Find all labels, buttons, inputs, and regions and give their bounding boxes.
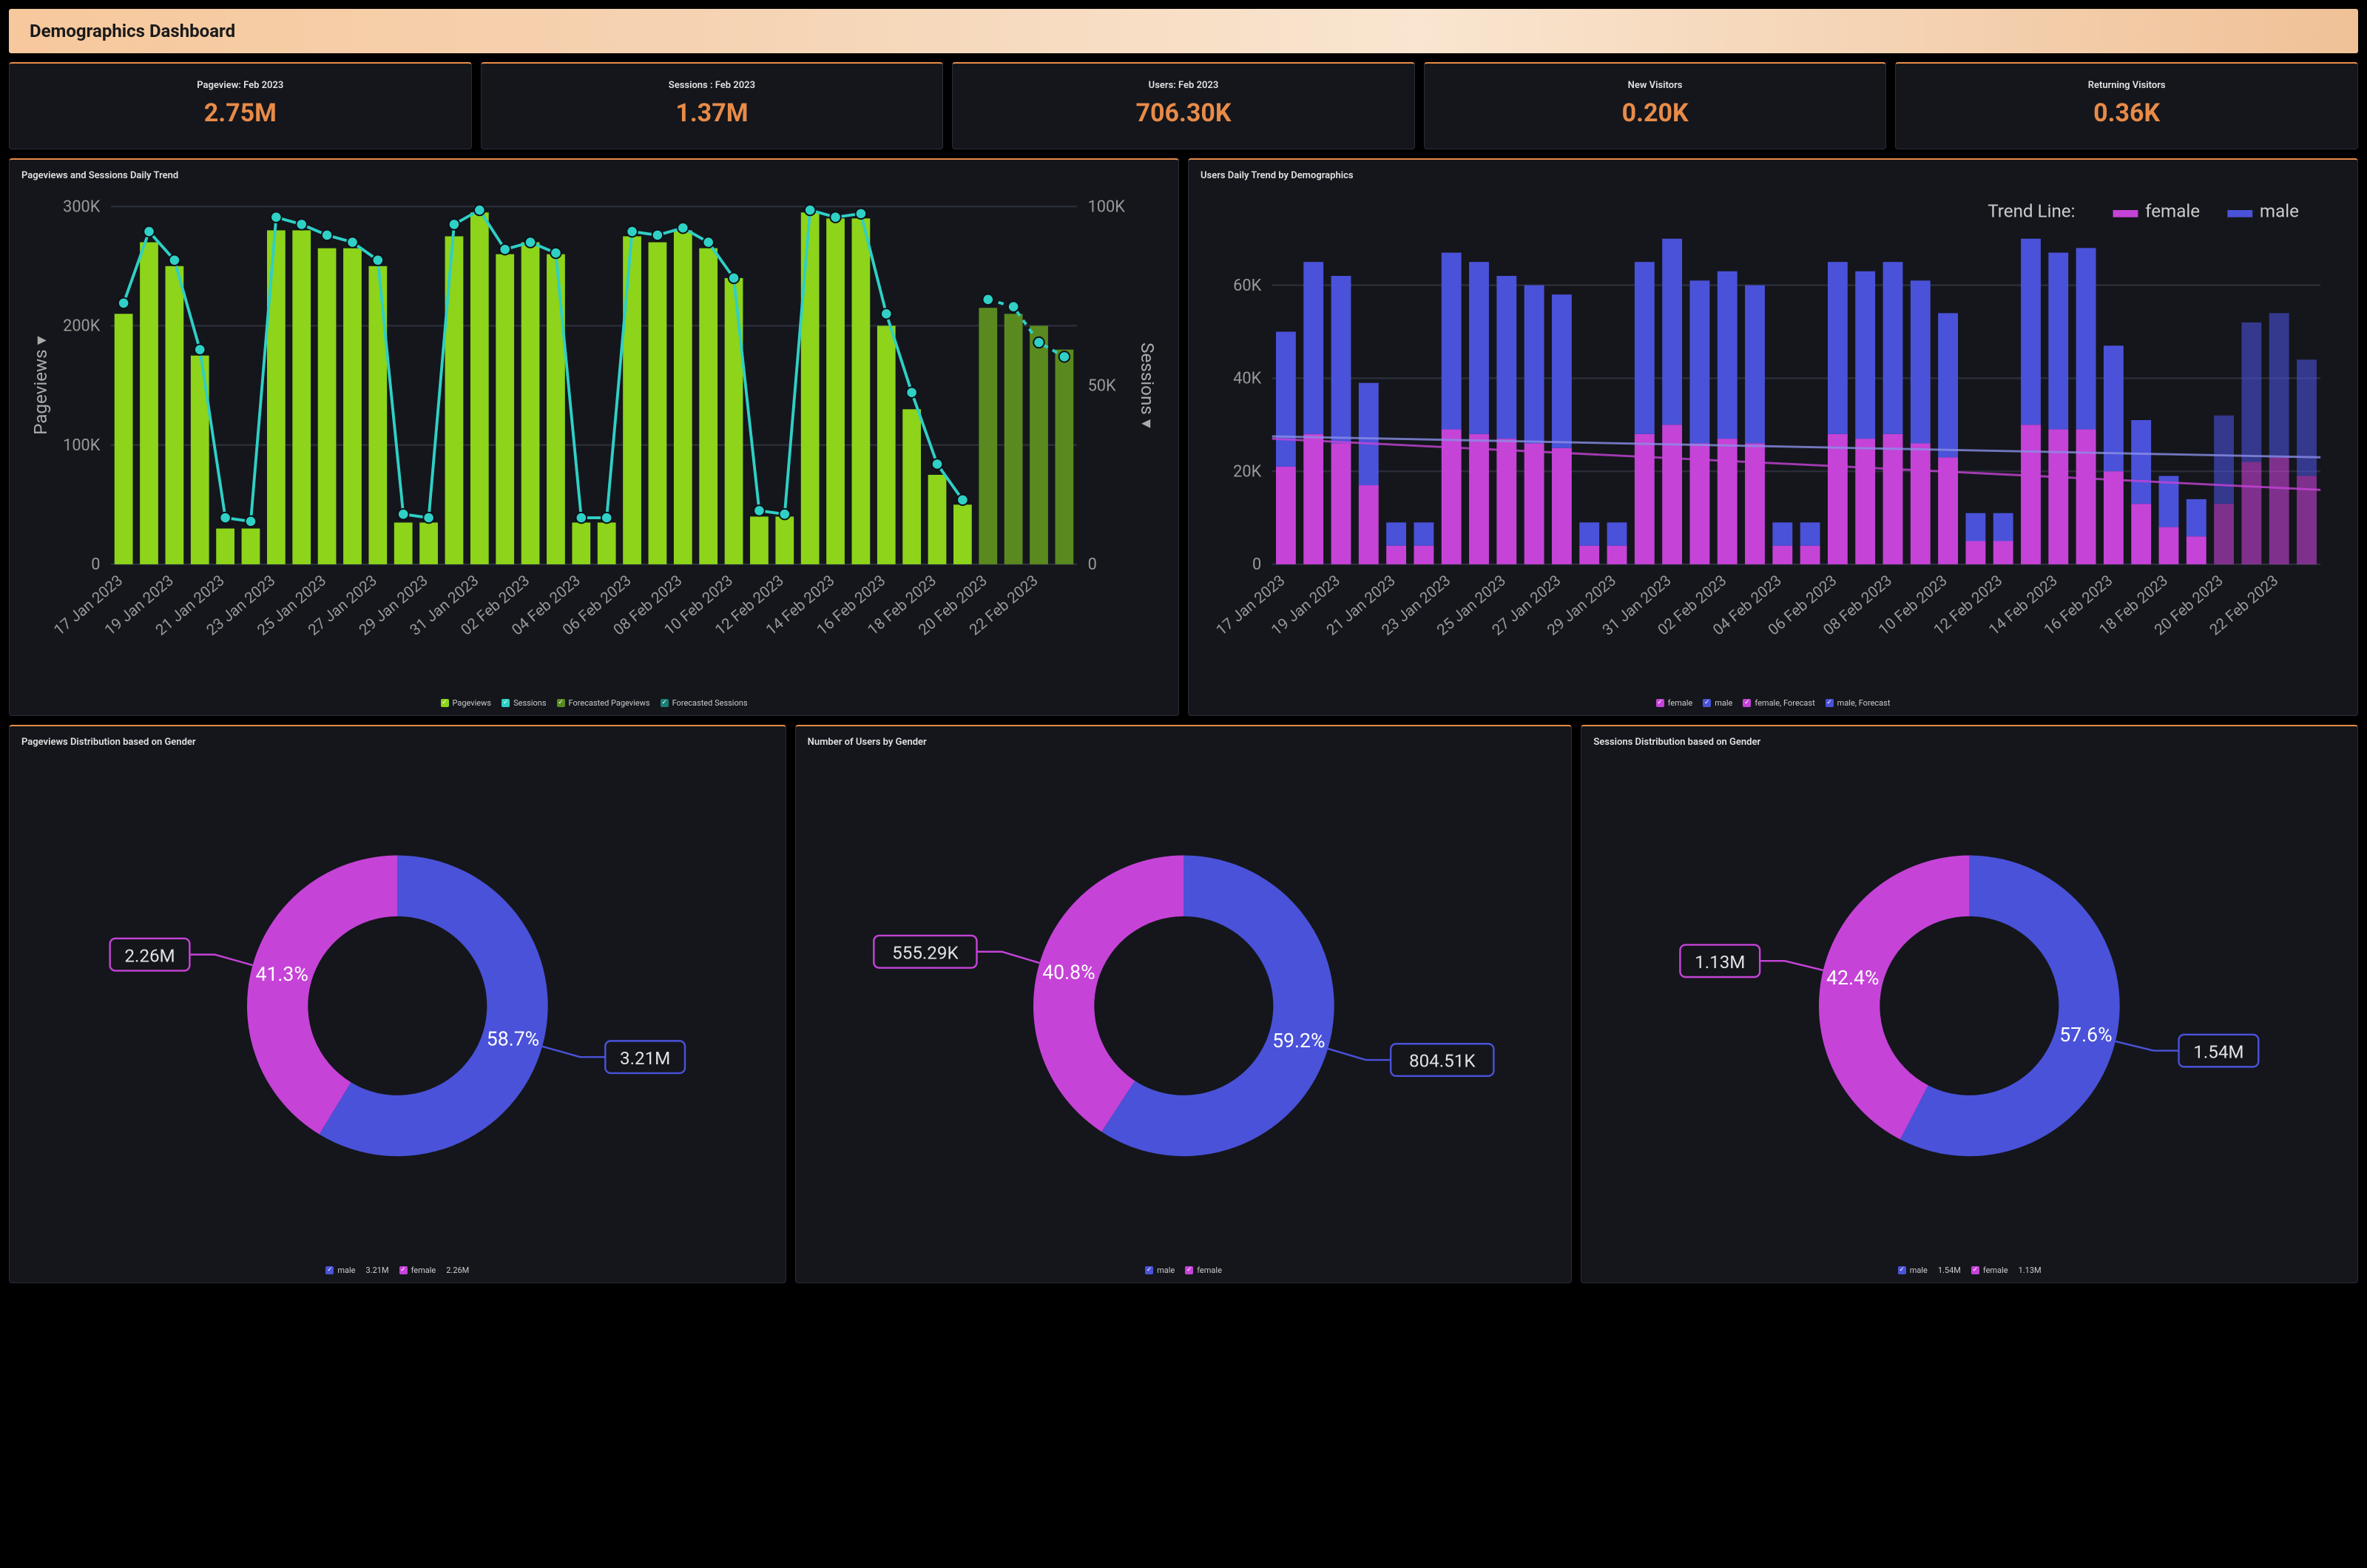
chart-pageviews-sessions-trend: Pageviews and Sessions Daily Trend 0 100K… — [9, 158, 1179, 716]
chart-users-demographics-trend: Users Daily Trend by Demographics 0 20K 40… — [1188, 158, 2358, 716]
chart-title: Sessions Distribution based on Gender — [1593, 737, 2346, 748]
legend-female[interactable]: ✓female — [1656, 698, 1693, 708]
svg-text:2.26M: 2.26M — [124, 946, 175, 967]
legend-male[interactable]: ✓male — [1898, 1265, 1928, 1275]
chart-title: Pageviews and Sessions Daily Trend — [21, 170, 1166, 181]
svg-text:Sessions ▾: Sessions ▾ — [1137, 342, 1158, 428]
svg-text:20K: 20K — [1233, 462, 1261, 481]
legend-label: female, Forecast — [1755, 698, 1814, 708]
svg-text:0: 0 — [1088, 555, 1097, 574]
chart-title: Pageviews Distribution based on Gender — [21, 737, 774, 748]
svg-text:0: 0 — [91, 555, 100, 574]
chart2-legend: ✓female ✓male ✓female, Forecast ✓male, F… — [1201, 698, 2346, 708]
chart-pageviews-gender-donut: Pageviews Distribution based on Gender 5… — [9, 725, 786, 1283]
svg-text:Pageviews ▾: Pageviews ▾ — [30, 336, 51, 435]
chart-title: Number of Users by Gender — [808, 737, 1560, 748]
donut2-legend: ✓male ✓female — [808, 1265, 1560, 1275]
donut1-legend: ✓male 3.21M ✓female 2.26M — [21, 1265, 774, 1275]
svg-text:50K: 50K — [1088, 376, 1116, 395]
legend-label: Sessions — [513, 698, 546, 708]
kpi-label: Users: Feb 2023 — [960, 80, 1407, 91]
kpi-value: 2.75M — [17, 98, 464, 128]
legend-forecast-pageviews[interactable]: ✓Forecasted Pageviews — [557, 698, 650, 708]
svg-text:59.2%: 59.2% — [1272, 1030, 1325, 1052]
kpi-value: 0.36K — [1903, 98, 2350, 128]
svg-text:male: male — [2260, 201, 2299, 222]
legend-female[interactable]: ✓female — [1185, 1265, 1222, 1275]
svg-text:804.51K: 804.51K — [1409, 1051, 1476, 1072]
kpi-label: Pageview: Feb 2023 — [17, 80, 464, 91]
svg-text:300K: 300K — [63, 197, 101, 216]
legend-male-value: 1.54M — [1938, 1265, 1961, 1275]
chart-title: Users Daily Trend by Demographics — [1201, 170, 2346, 181]
legend-label: male — [1715, 698, 1732, 708]
svg-text:60K: 60K — [1233, 277, 1261, 295]
svg-text:58.7%: 58.7% — [487, 1028, 539, 1051]
svg-text:0: 0 — [1252, 555, 1261, 574]
donut3-svg: 57.6% 42.4% 1.54M 1.13M — [1593, 755, 2346, 1257]
kpi-returning-visitors: Returning Visitors 0.36K — [1895, 62, 2358, 149]
svg-text:1.13M: 1.13M — [1695, 952, 1745, 973]
legend-male[interactable]: ✓male — [325, 1265, 355, 1275]
kpi-value: 706.30K — [960, 98, 1407, 128]
chart1-svg: 0100K200K300K050K100K17 Jan 202319 Jan 2… — [21, 189, 1166, 689]
donut3-legend: ✓male 1.54M ✓female 1.13M — [1593, 1265, 2346, 1275]
svg-text:40.8%: 40.8% — [1042, 962, 1095, 984]
svg-text:3.21M: 3.21M — [620, 1048, 670, 1069]
legend-female-value: 2.26M — [446, 1265, 469, 1275]
kpi-label: Sessions : Feb 2023 — [489, 80, 936, 91]
dashboard-title: Demographics Dashboard — [9, 9, 2358, 53]
donut1-svg: 58.7% 41.3% 3.21M 2.26M — [21, 755, 774, 1257]
kpi-pageview: Pageview: Feb 2023 2.75M — [9, 62, 472, 149]
legend-pageviews[interactable]: ✓Pageviews — [441, 698, 492, 708]
svg-text:40K: 40K — [1233, 370, 1261, 388]
kpi-sessions: Sessions : Feb 2023 1.37M — [481, 62, 944, 149]
svg-text:57.6%: 57.6% — [2060, 1024, 2113, 1047]
svg-text:1.54M: 1.54M — [2194, 1042, 2244, 1063]
chart2-svg: 020K40K60K17 Jan 202319 Jan 202321 Jan 2… — [1201, 189, 2346, 689]
legend-label: Forecasted Sessions — [672, 698, 748, 708]
legend-label: female — [411, 1265, 436, 1275]
legend-label: male — [1157, 1265, 1175, 1275]
legend-label: female — [1668, 698, 1693, 708]
legend-forecast-sessions[interactable]: ✓Forecasted Sessions — [661, 698, 748, 708]
svg-text:555.29K: 555.29K — [892, 943, 959, 964]
legend-label: Forecasted Pageviews — [569, 698, 650, 708]
kpi-new-visitors: New Visitors 0.20K — [1424, 62, 1887, 149]
kpi-row: Pageview: Feb 2023 2.75M Sessions : Feb … — [9, 62, 2358, 149]
chart-users-gender-donut: Number of Users by Gender 59.2% 40.8% 804.… — [795, 725, 1573, 1283]
legend-male[interactable]: ✓male — [1703, 698, 1732, 708]
legend-label: female — [1197, 1265, 1222, 1275]
legend-label: male — [1910, 1265, 1928, 1275]
legend-female[interactable]: ✓female — [1971, 1265, 2008, 1275]
chart1-legend: ✓Pageviews ✓Sessions ✓Forecasted Pagevie… — [21, 698, 1166, 708]
kpi-label: Returning Visitors — [1903, 80, 2350, 91]
chart-sessions-gender-donut: Sessions Distribution based on Gender 57… — [1581, 725, 2358, 1283]
legend-female-forecast[interactable]: ✓female, Forecast — [1743, 698, 1814, 708]
svg-text:100K: 100K — [1088, 197, 1126, 216]
svg-text:42.4%: 42.4% — [1826, 967, 1879, 990]
legend-label: Pageviews — [453, 698, 492, 708]
svg-text:Trend Line:: Trend Line: — [1988, 201, 2075, 222]
donut2-svg: 59.2% 40.8% 804.51K 555.29K — [808, 755, 1560, 1257]
legend-label: female — [1983, 1265, 2008, 1275]
legend-label: male, Forecast — [1837, 698, 1891, 708]
kpi-value: 1.37M — [489, 98, 936, 128]
legend-female-value: 1.13M — [2019, 1265, 2042, 1275]
legend-male-value: 3.21M — [366, 1265, 389, 1275]
svg-text:female: female — [2145, 201, 2200, 222]
legend-male[interactable]: ✓male — [1145, 1265, 1175, 1275]
kpi-value: 0.20K — [1432, 98, 1879, 128]
legend-female[interactable]: ✓female — [399, 1265, 436, 1275]
svg-text:200K: 200K — [63, 317, 101, 336]
legend-male-forecast[interactable]: ✓male, Forecast — [1826, 698, 1891, 708]
kpi-label: New Visitors — [1432, 80, 1879, 91]
legend-label: male — [337, 1265, 355, 1275]
legend-sessions[interactable]: ✓Sessions — [502, 698, 546, 708]
kpi-users: Users: Feb 2023 706.30K — [952, 62, 1415, 149]
svg-text:100K: 100K — [63, 436, 101, 455]
svg-text:41.3%: 41.3% — [255, 963, 308, 986]
